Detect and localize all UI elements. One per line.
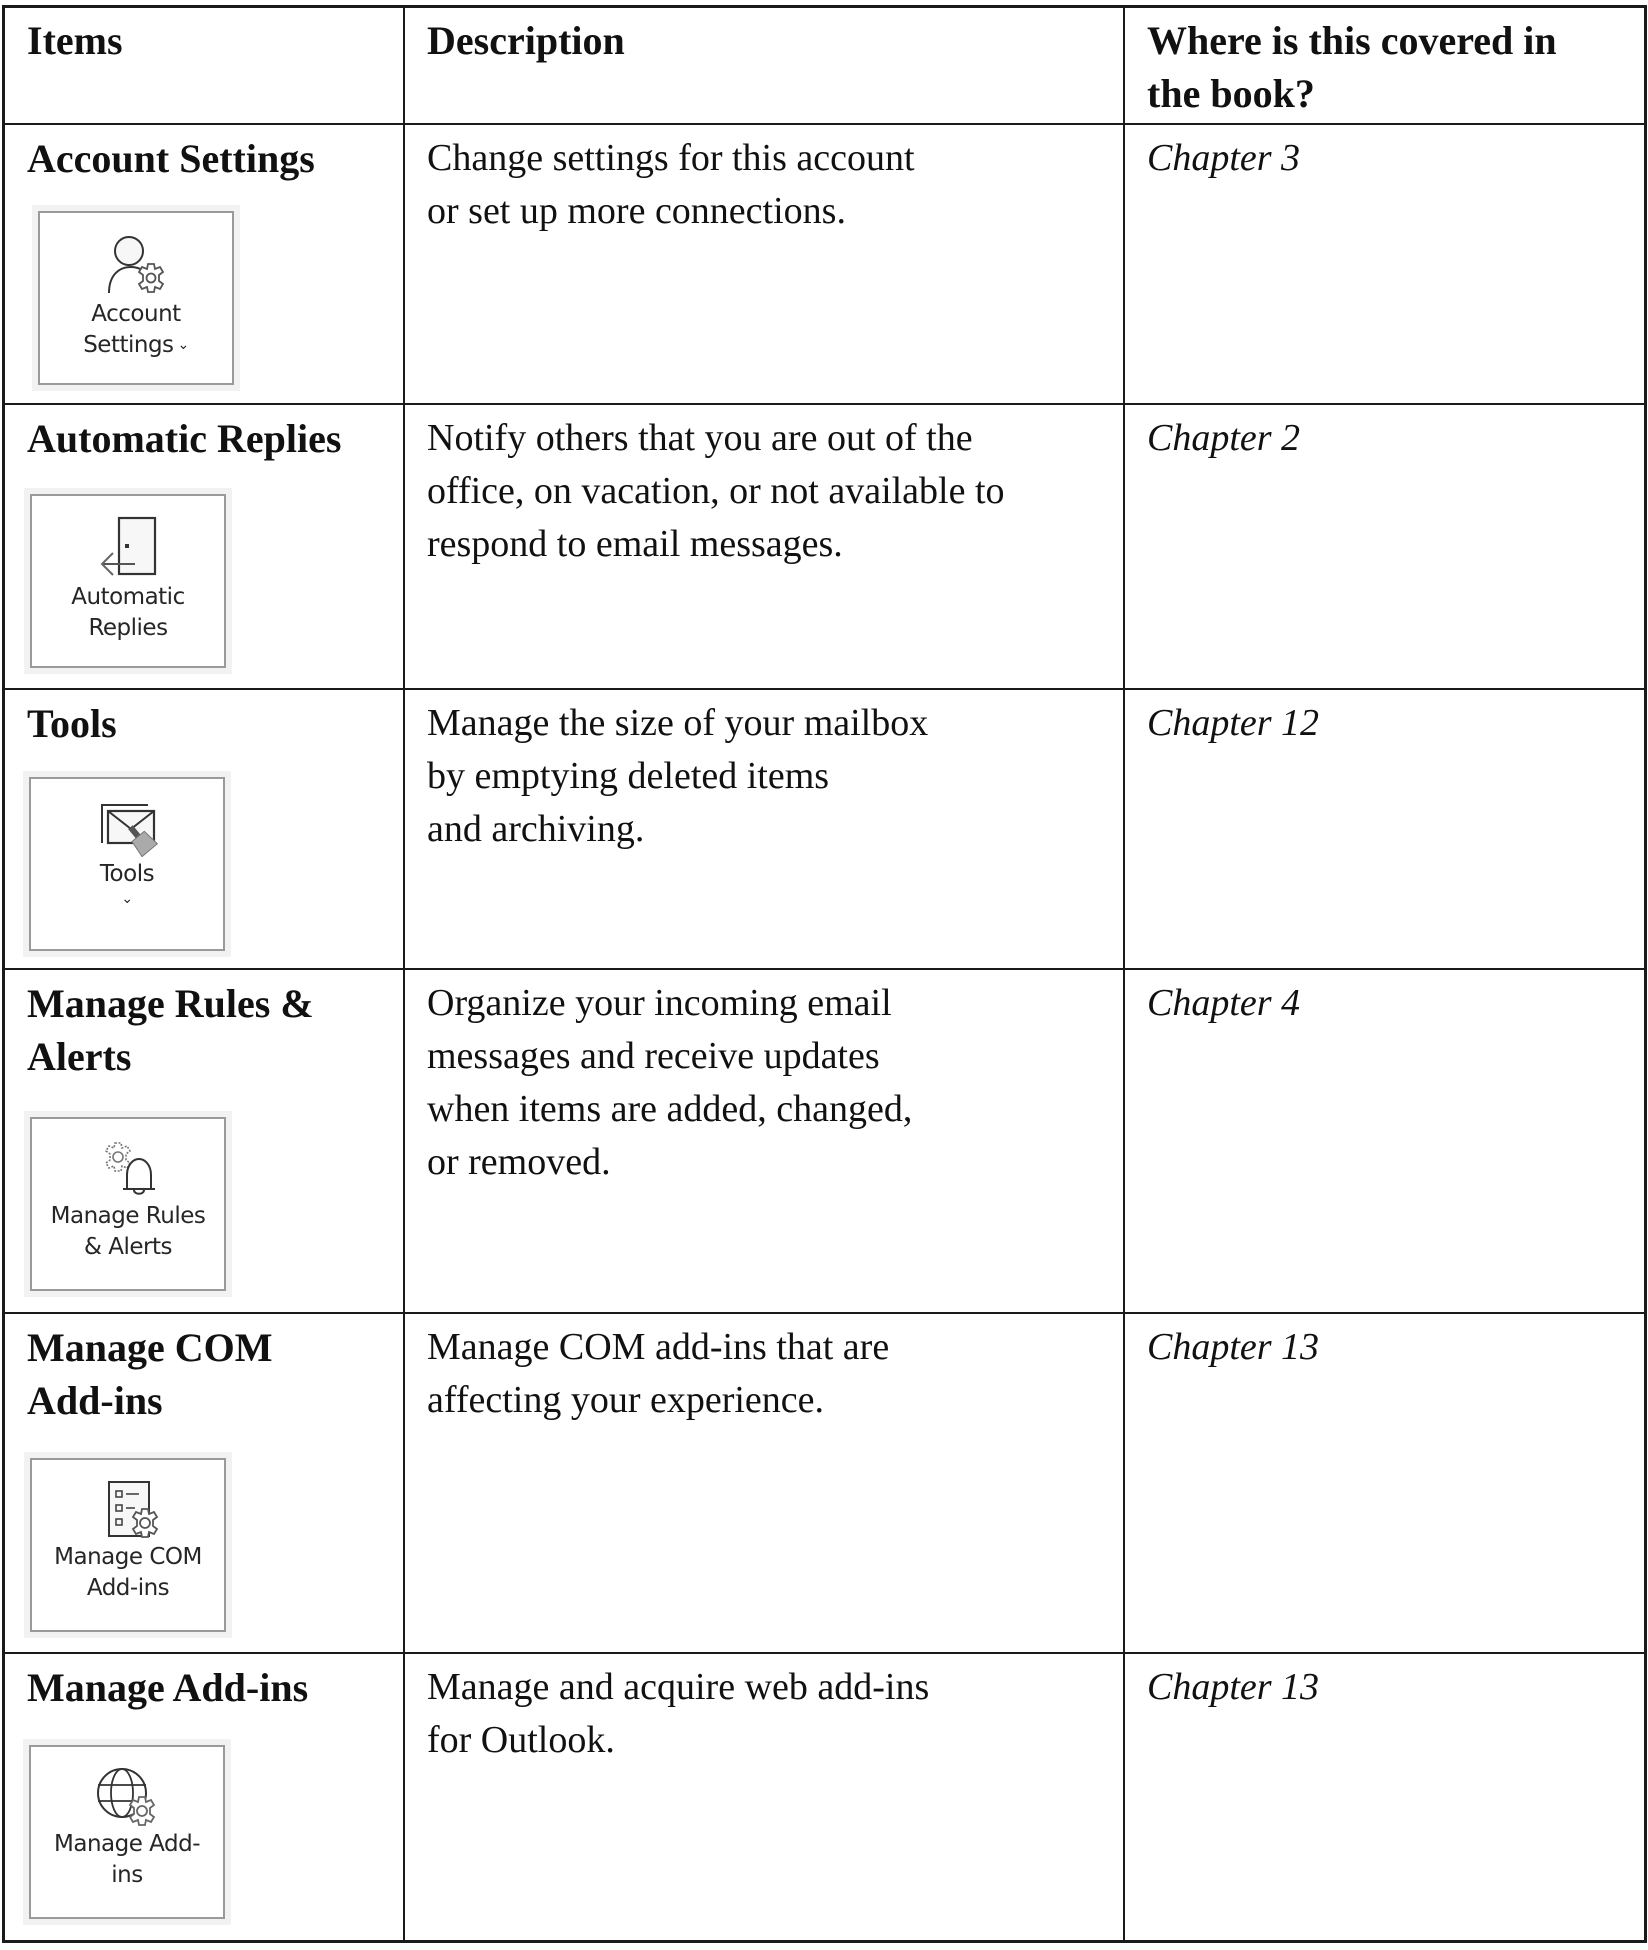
manage-addins-button[interactable]: Manage Add- ins	[29, 1745, 225, 1919]
automatic-replies-icon	[100, 516, 157, 576]
item-chapter: Chapter 13	[1147, 1666, 1320, 1708]
button-label: Manage Add- ins	[54, 1831, 201, 1888]
chevron-down-icon: ⌄	[121, 891, 133, 907]
rules-alerts-icon	[104, 1142, 155, 1195]
item-description: Notify others that you are out of the of…	[427, 417, 1005, 565]
button-label: Tools ⌄	[99, 861, 155, 907]
button-label: Automatic Replies	[71, 584, 185, 641]
item-title: Account Settings	[27, 136, 315, 181]
item-description: Organize your incoming email messages an…	[427, 982, 913, 1183]
account-settings-button[interactable]: Account Settings ⌄	[38, 211, 234, 385]
features-table: Items Description Where is this covered …	[2, 5, 1647, 1943]
item-title: Manage Rules & Alerts	[27, 981, 314, 1079]
button-label: Manage COM Add-ins	[54, 1544, 202, 1601]
web-addins-icon	[97, 1768, 156, 1826]
item-chapter: Chapter 3	[1147, 137, 1301, 179]
item-description: Manage COM add-ins that are affecting yo…	[427, 1326, 890, 1421]
header-description: Description	[427, 18, 625, 63]
account-settings-icon	[108, 236, 165, 294]
item-chapter: Chapter 13	[1147, 1326, 1320, 1368]
item-description: Manage the size of your mailbox by empty…	[427, 702, 929, 850]
item-title: Tools	[27, 701, 117, 746]
chevron-down-icon: ⌄	[177, 337, 190, 353]
item-title: Manage COM Add-ins	[27, 1325, 273, 1423]
item-title: Automatic Replies	[27, 416, 342, 461]
manage-rules-alerts-button[interactable]: Manage Rules & Alerts	[30, 1117, 226, 1291]
tools-button[interactable]: Tools ⌄	[29, 777, 225, 951]
header-where-covered: Where is this covered in the book?	[1147, 18, 1557, 116]
header-items: Items	[27, 18, 123, 63]
manage-com-addins-button[interactable]: Manage COM Add-ins	[30, 1458, 226, 1632]
automatic-replies-button[interactable]: Automatic Replies	[30, 494, 226, 668]
item-title: Manage Add-ins	[27, 1665, 309, 1710]
item-chapter: Chapter 4	[1147, 982, 1301, 1024]
item-description: Manage and acquire web add-ins for Outlo…	[427, 1666, 930, 1761]
button-label: Account Settings ⌄	[83, 301, 190, 358]
button-label: Manage Rules & Alerts	[50, 1203, 206, 1260]
item-chapter: Chapter 2	[1147, 417, 1301, 459]
mailbox-cleanup-icon	[101, 804, 159, 857]
com-addins-icon	[108, 1481, 159, 1538]
item-description: Change settings for this account or set …	[427, 137, 915, 232]
item-chapter: Chapter 12	[1147, 702, 1320, 744]
